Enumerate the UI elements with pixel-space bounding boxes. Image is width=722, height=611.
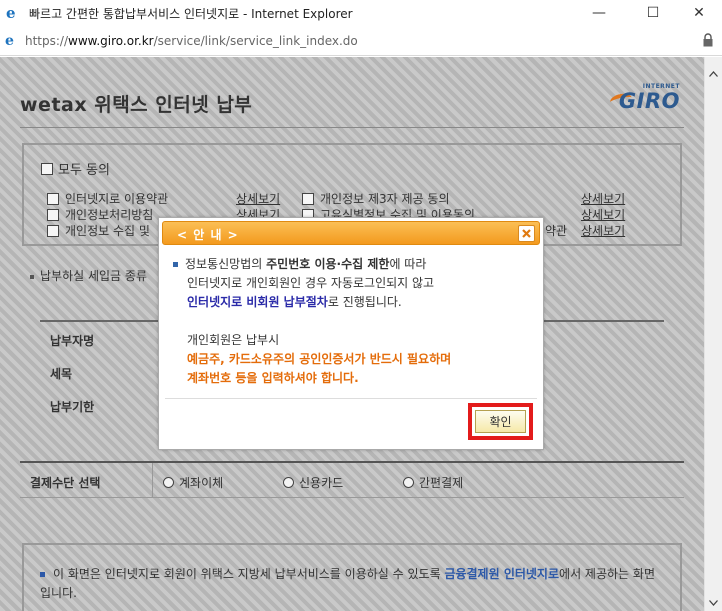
title-divider: [20, 127, 684, 128]
term-checkbox[interactable]: [47, 224, 59, 237]
scroll-down-arrow-icon[interactable]: [705, 594, 722, 611]
close-icon: [522, 229, 531, 238]
row-payer-name: 납부자명: [50, 334, 95, 348]
payment-divider: [152, 463, 153, 498]
bullet-icon: [30, 274, 34, 279]
radio-button[interactable]: [283, 477, 294, 488]
notice-modal: < 안 내 > 정보통신망법의 주민번호 이용·수집 제한에 따라 인터넷지로 …: [158, 217, 544, 450]
close-window-button[interactable]: ✕: [676, 0, 722, 26]
page-title: wetax 위택스 인터넷 납부: [20, 94, 253, 116]
radio-button[interactable]: [163, 477, 174, 488]
payment-method-label: 결제수단 선택: [30, 476, 101, 490]
term-row[interactable]: 인터넷지로 이용약관: [47, 190, 168, 207]
modal-header: < 안 내 >: [162, 221, 540, 245]
modal-title: < 안 내 >: [177, 228, 239, 242]
detail-link[interactable]: 상세보기: [581, 190, 625, 207]
notice-box: 이 화면은 인터넷지로 회원이 위택스 지방세 납부서비스를 이용하실 수 있도…: [22, 543, 682, 611]
term-row[interactable]: 개인정보 제3자 제공 동의: [302, 190, 449, 207]
agree-all-checkbox[interactable]: [41, 162, 53, 175]
detail-link[interactable]: 상세보기: [581, 222, 625, 239]
confirm-highlight: 확인: [468, 403, 533, 440]
giro-logo: INTERNET GIRO: [608, 83, 690, 117]
radio-bank-transfer[interactable]: 계좌이체: [163, 474, 223, 491]
modal-close-button[interactable]: [518, 225, 535, 242]
term-checkbox[interactable]: [47, 192, 59, 205]
radio-credit-card[interactable]: 신용카드: [283, 474, 343, 491]
term-checkbox[interactable]: [302, 192, 314, 205]
tax-section-label: 납부하실 세입금 종류: [30, 267, 147, 284]
radio-easy-pay[interactable]: 간편결제: [403, 474, 463, 491]
confirm-button[interactable]: 확인: [475, 410, 526, 433]
minimize-button[interactable]: —: [576, 0, 622, 26]
row-tax-item: 세목: [50, 367, 73, 381]
notice-text: 이 화면은 인터넷지로 회원이 위택스 지방세 납부서비스를 이용하실 수 있도…: [40, 567, 655, 600]
window-titlebar: e 빠르고 간편한 통합납부서비스 인터넷지로 - Internet Explo…: [0, 0, 722, 26]
vertical-scrollbar[interactable]: [704, 57, 722, 611]
payment-method-bar: 결제수단 선택 계좌이체 신용카드 간편결제: [20, 461, 684, 498]
term-checkbox[interactable]: [47, 208, 59, 221]
term-row[interactable]: 개인정보처리방침: [47, 206, 153, 223]
detail-link[interactable]: 상세보기: [236, 190, 280, 207]
address-url[interactable]: https://www.giro.or.kr/service/link/serv…: [25, 34, 358, 48]
agree-all-option[interactable]: 모두 동의: [41, 159, 110, 178]
maximize-button[interactable]: ☐: [630, 0, 676, 26]
row-due-date: 납부기한: [50, 400, 95, 414]
detail-link[interactable]: 상세보기: [581, 206, 625, 223]
address-bar[interactable]: e https://www.giro.or.kr/service/link/se…: [0, 26, 722, 56]
bullet-icon: [40, 572, 45, 577]
term-row[interactable]: 개인정보 수집 및: [47, 222, 150, 239]
scroll-up-arrow-icon[interactable]: [705, 65, 722, 82]
modal-body: 정보통신망법의 주민번호 이용·수집 제한에 따라 인터넷지로 개인회원인 경우…: [173, 255, 533, 388]
term-label-fragment: 약관: [545, 224, 568, 238]
bullet-icon: [173, 262, 178, 267]
modal-divider: [165, 398, 537, 399]
internet-explorer-icon: e: [6, 4, 16, 22]
site-favicon-icon: e: [5, 32, 14, 49]
window-title: 빠르고 간편한 통합납부서비스 인터넷지로 - Internet Explore…: [29, 6, 353, 21]
radio-button[interactable]: [403, 477, 414, 488]
lock-icon: [703, 33, 713, 47]
